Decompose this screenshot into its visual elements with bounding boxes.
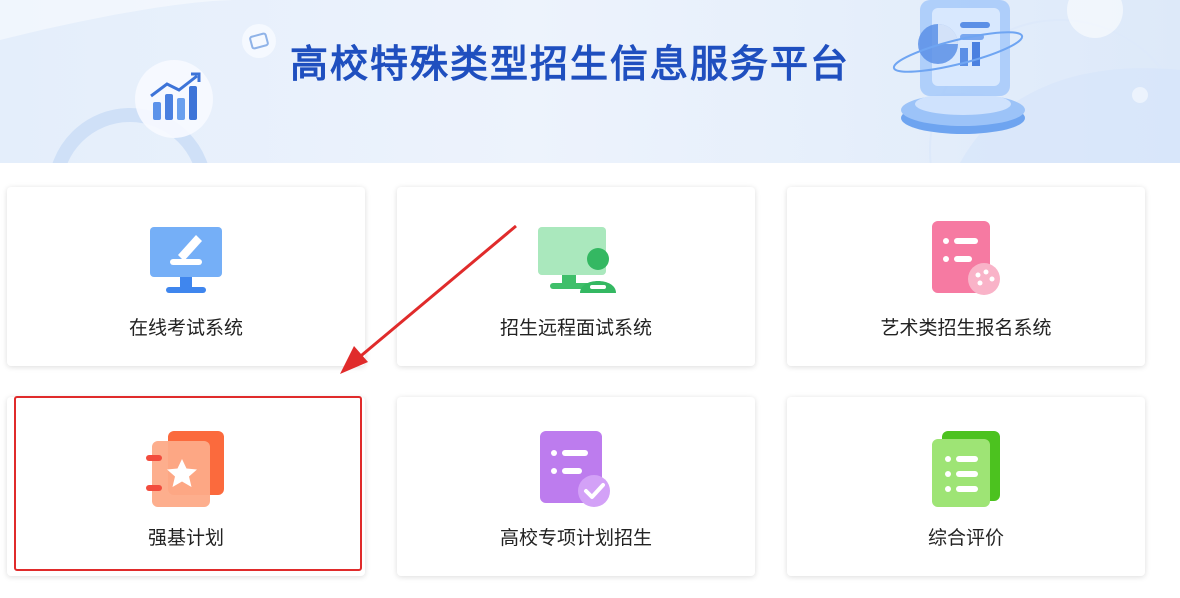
page-title: 高校特殊类型招生信息服务平台 xyxy=(290,42,851,86)
remote-interview-icon xyxy=(538,227,616,293)
card-label: 高校专项计划招生 xyxy=(499,527,652,549)
card-special-plan[interactable]: 高校专项计划招生 xyxy=(397,397,755,576)
red-arrow-icon xyxy=(340,224,517,374)
list-document-icon xyxy=(932,431,1000,507)
growth-chart-icon xyxy=(135,60,213,138)
card-label: 艺术类招生报名系统 xyxy=(880,317,1052,339)
card-art-registration[interactable]: 艺术类招生报名系统 xyxy=(787,187,1145,366)
header-banner: 高校特殊类型招生信息服务平台 xyxy=(0,0,1180,163)
art-registration-icon xyxy=(932,221,1000,295)
platform-3d-icon xyxy=(892,0,1025,134)
highlight-box xyxy=(14,396,362,571)
card-label: 在线考试系统 xyxy=(128,317,243,339)
card-comprehensive-evaluation[interactable]: 综合评价 xyxy=(787,397,1145,576)
planet-badge-icon xyxy=(242,24,276,58)
card-online-exam[interactable]: 在线考试系统 xyxy=(7,187,365,366)
card-label: 综合评价 xyxy=(927,527,1004,549)
monitor-pen-icon xyxy=(150,227,222,293)
checklist-document-icon xyxy=(540,431,610,507)
